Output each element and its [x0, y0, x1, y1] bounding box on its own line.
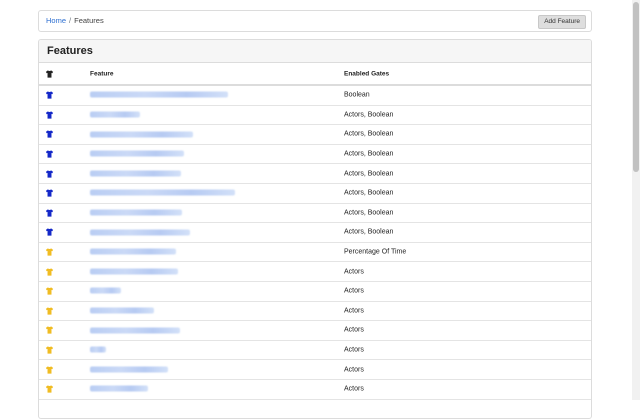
feature-name-link[interactable]: [90, 229, 190, 236]
feature-name-link[interactable]: [90, 327, 180, 334]
table-row[interactable]: Actors: [39, 302, 591, 322]
table-row[interactable]: Actors: [39, 321, 591, 341]
redacted-feature-name: [90, 91, 228, 98]
table-row[interactable]: Actors, Boolean: [39, 145, 591, 165]
scrollbar-thumb[interactable]: [633, 2, 639, 172]
add-feature-button[interactable]: Add Feature: [538, 15, 586, 29]
feature-name-link[interactable]: [90, 268, 178, 275]
enabled-gates: Actors: [344, 385, 364, 393]
shirt-icon: [45, 248, 54, 257]
enabled-gates: Actors, Boolean: [344, 189, 394, 197]
table-row[interactable]: Actors: [39, 360, 591, 380]
feature-name-link[interactable]: [90, 307, 154, 314]
column-header-feature: Feature: [90, 70, 114, 77]
shirt-icon: [45, 110, 54, 119]
enabled-gates: Percentage Of Time: [344, 248, 407, 256]
enabled-gates: Actors, Boolean: [344, 150, 394, 158]
breadcrumb-bar: Home / Features Add Feature: [38, 10, 592, 32]
breadcrumb: Home / Features: [46, 16, 104, 26]
redacted-feature-name: [90, 189, 235, 196]
redacted-feature-name: [90, 229, 190, 236]
enabled-gates: Boolean: [344, 91, 370, 99]
feature-name-link[interactable]: [90, 170, 181, 177]
table-header: Feature Enabled Gates: [39, 63, 591, 86]
breadcrumb-separator: /: [69, 16, 72, 25]
shirt-icon: [45, 228, 54, 237]
table-row[interactable]: Actors: [39, 262, 591, 282]
redacted-feature-name: [90, 366, 168, 373]
enabled-gates: Actors, Boolean: [344, 209, 394, 217]
table-row[interactable]: Actors, Boolean: [39, 125, 591, 145]
shirt-icon: [45, 287, 54, 296]
redacted-feature-name: [90, 170, 181, 177]
table-row[interactable]: Boolean: [39, 86, 591, 106]
shirt-icon: [45, 346, 54, 355]
enabled-gates: Actors: [344, 366, 364, 374]
shirt-icon: [45, 69, 54, 78]
enabled-gates: Actors, Boolean: [344, 111, 394, 119]
table-row[interactable]: Actors: [39, 380, 591, 400]
enabled-gates: Actors: [344, 307, 364, 315]
redacted-feature-name: [90, 131, 193, 138]
table-row[interactable]: Actors, Boolean: [39, 106, 591, 126]
feature-name-link[interactable]: [90, 287, 121, 295]
redacted-feature-name: [90, 248, 176, 255]
table-row[interactable]: Percentage Of Time: [39, 243, 591, 263]
feature-name-link[interactable]: [90, 91, 228, 99]
breadcrumb-home-link[interactable]: Home: [46, 16, 66, 25]
shirt-icon: [45, 208, 54, 217]
table-row[interactable]: Actors, Boolean: [39, 164, 591, 184]
enabled-gates: Actors: [344, 287, 364, 295]
redacted-feature-name: [90, 327, 180, 334]
page-scrollbar[interactable]: [632, 0, 640, 400]
redacted-feature-name: [90, 111, 140, 118]
shirt-icon: [45, 267, 54, 276]
feature-name-link[interactable]: [90, 366, 168, 373]
feature-name-link[interactable]: [90, 111, 140, 118]
redacted-feature-name: [90, 307, 154, 314]
feature-name-link[interactable]: [90, 150, 184, 158]
feature-name-link[interactable]: [90, 209, 182, 216]
shirt-icon: [45, 385, 54, 394]
redacted-feature-name: [90, 385, 148, 392]
shirt-icon: [45, 130, 54, 139]
enabled-gates: Actors: [344, 346, 364, 354]
enabled-gates: Actors, Boolean: [344, 130, 394, 138]
table-row[interactable]: Actors: [39, 282, 591, 302]
feature-name-link[interactable]: [90, 131, 193, 138]
column-header-gates: Enabled Gates: [344, 70, 390, 77]
feature-name-link[interactable]: [90, 248, 176, 256]
shirt-icon: [45, 306, 54, 315]
table-row[interactable]: Actors, Boolean: [39, 204, 591, 224]
enabled-gates: Actors: [344, 268, 364, 276]
shirt-icon: [45, 150, 54, 159]
table-row[interactable]: Actors, Boolean: [39, 223, 591, 243]
redacted-feature-name: [90, 268, 178, 275]
shirt-icon: [45, 189, 54, 198]
redacted-feature-name: [90, 346, 106, 353]
shirt-icon: [45, 365, 54, 374]
shirt-icon: [45, 326, 54, 335]
table-row[interactable]: Actors: [39, 341, 591, 361]
feature-rows: Boolean Actors, Boolean Actors, Boolean Act…: [39, 86, 591, 400]
redacted-feature-name: [90, 209, 182, 216]
shirt-icon: [45, 91, 54, 100]
enabled-gates: Actors, Boolean: [344, 228, 394, 236]
enabled-gates: Actors, Boolean: [344, 170, 394, 178]
feature-name-link[interactable]: [90, 189, 235, 197]
table-row[interactable]: Actors, Boolean: [39, 184, 591, 204]
shirt-icon: [45, 169, 54, 178]
features-card: Features Feature Enabled Gates Boolean Ac…: [38, 39, 592, 419]
breadcrumb-current: Features: [74, 16, 104, 25]
redacted-feature-name: [90, 150, 184, 157]
feature-name-link[interactable]: [90, 385, 148, 393]
card-title: Features: [39, 40, 591, 63]
feature-name-link[interactable]: [90, 346, 106, 354]
redacted-feature-name: [90, 287, 121, 294]
enabled-gates: Actors: [344, 326, 364, 334]
